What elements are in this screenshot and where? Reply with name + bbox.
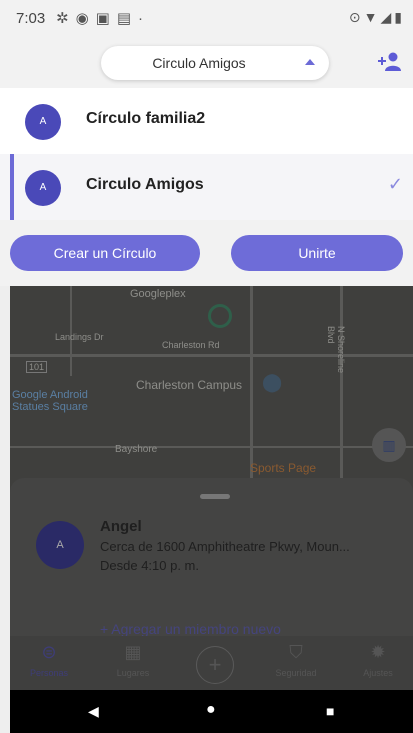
- system-nav: ◀ ● ■: [10, 690, 413, 733]
- circle-item-amigos[interactable]: A Circulo Amigos ✓: [0, 154, 413, 220]
- status-right-icons: ⊙▼◢▮: [349, 9, 405, 26]
- tab-seguridad[interactable]: ⛉ Seguridad: [261, 642, 331, 678]
- avatar: A: [36, 521, 84, 569]
- plus-icon: +: [196, 646, 234, 684]
- selected-indicator: [10, 154, 14, 220]
- avatar: A: [25, 170, 61, 206]
- circle-item-familia2[interactable]: A Círculo familia2: [0, 88, 413, 154]
- dot-icon: ·: [138, 10, 151, 27]
- selected-circle-label: Circulo Amigos: [152, 55, 246, 71]
- tab-label: Seguridad: [275, 668, 317, 678]
- add-button[interactable]: +: [180, 646, 250, 684]
- circle-name: Círculo familia2: [86, 110, 206, 127]
- tab-label: Ajustes: [363, 668, 393, 678]
- map-label: Googleplex: [130, 288, 186, 300]
- wifi-icon: ▼: [363, 9, 381, 25]
- recents-icon[interactable]: ■: [326, 703, 334, 719]
- circle-actions: Crear un Círculo Unirte: [0, 220, 413, 286]
- location-marker-icon[interactable]: [208, 304, 232, 328]
- map-label: Sports Page: [250, 461, 317, 475]
- map-label: Landings Dr: [55, 332, 104, 342]
- create-circle-button[interactable]: Crear un Círculo: [10, 235, 200, 271]
- circle-selector[interactable]: Circulo Amigos: [101, 46, 329, 80]
- battery-icon: ▮: [394, 9, 405, 25]
- map-type-icon[interactable]: ▥: [372, 428, 406, 462]
- map-label: Charleston Rd: [162, 340, 220, 350]
- home-icon[interactable]: ●: [206, 701, 216, 719]
- map-label: 101: [26, 361, 48, 373]
- map-label: Google Android Statues Square: [12, 389, 88, 413]
- map-label: Bayshore: [115, 444, 158, 455]
- member-location: Cerca de 1600 Amphitheatre Pkwy, Moun...: [100, 539, 350, 554]
- map-label: N Shoreline Blvd: [326, 326, 346, 374]
- add-person-icon[interactable]: [377, 51, 403, 73]
- status-time: 7:03: [16, 10, 46, 27]
- tab-label: Lugares: [116, 668, 150, 678]
- add-member-link[interactable]: + Agregar un miembro nuevo: [100, 621, 281, 637]
- join-circle-button[interactable]: Unirte: [231, 235, 403, 271]
- buildings-icon: ▦: [124, 642, 142, 662]
- shield-icon: ◉: [75, 10, 96, 27]
- place-marker-icon[interactable]: ⬤: [262, 372, 282, 393]
- status-bar: 7:03 ✲◉▣▤· ⊙▼◢▮: [0, 0, 413, 42]
- checkmark-icon: ✓: [387, 174, 403, 194]
- signal-icon: ◢: [380, 9, 395, 25]
- tab-lugares[interactable]: ▦ Lugares: [98, 642, 168, 678]
- chevron-up-icon: [305, 59, 315, 65]
- circle-name: Circulo Amigos: [86, 176, 204, 193]
- people-icon: ⊜: [41, 642, 57, 662]
- location-icon: ⊙: [348, 9, 364, 25]
- bottom-nav: ⊜ Personas ▦ Lugares + ⛉ Seguridad ✹ Aju…: [10, 636, 413, 690]
- shield-icon: ⛉: [289, 642, 303, 662]
- member-name: Angel: [100, 518, 142, 535]
- calendar-icon: ▣: [95, 10, 117, 27]
- avatar: A: [25, 104, 61, 140]
- tab-ajustes[interactable]: ✹ Ajustes: [343, 642, 413, 678]
- map-label: Charleston Campus: [136, 378, 243, 392]
- gear-icon: ✹: [370, 642, 386, 662]
- tab-personas[interactable]: ⊜ Personas: [14, 642, 84, 678]
- status-left-icons: ✲◉▣▤·: [56, 9, 150, 27]
- header: Circulo Amigos: [0, 42, 413, 88]
- settings-icon: ✲: [56, 10, 76, 27]
- member-since: Desde 4:10 p. m.: [100, 558, 199, 573]
- sheet-handle[interactable]: [200, 494, 230, 499]
- members-sheet: A Angel Cerca de 1600 Amphitheatre Pkwy,…: [10, 478, 413, 637]
- image-icon: ▤: [116, 10, 139, 27]
- tab-label: Personas: [29, 668, 69, 678]
- back-icon[interactable]: ◀: [88, 703, 99, 720]
